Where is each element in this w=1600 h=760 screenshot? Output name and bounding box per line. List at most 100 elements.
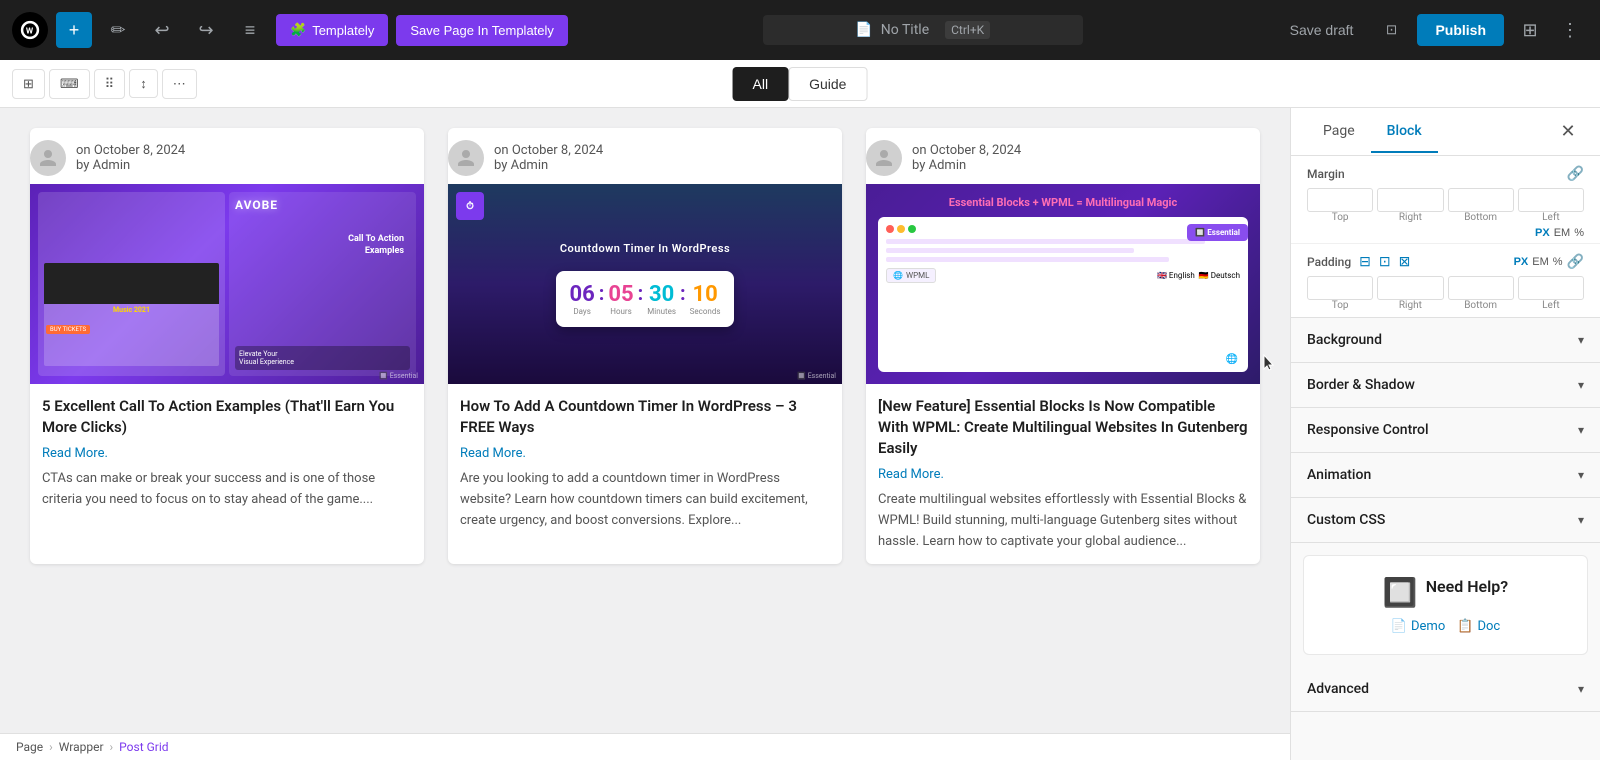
padding-left-input[interactable] <box>1518 276 1584 300</box>
breadcrumb-page[interactable]: Page <box>16 740 43 754</box>
publish-button[interactable]: Publish <box>1417 14 1504 46</box>
padding-section: Padding ⊟ ⊡ ⊠ PX EM % 🔗 Top <box>1291 244 1600 318</box>
toolbar-right-icons: ⊞ ⋮ <box>1512 12 1588 48</box>
keyboard-icon-button[interactable]: ⌨ <box>49 69 90 99</box>
need-help-section: 🔲 Need Help? 📄 Demo 📋 Doc <box>1303 555 1588 655</box>
margin-left-label: Left <box>1542 212 1559 223</box>
padding-icon-2[interactable]: ⊡ <box>1379 254 1391 270</box>
padding-icon-3[interactable]: ⊠ <box>1399 254 1411 270</box>
margin-link-icon[interactable]: 🔗 <box>1567 166 1584 182</box>
background-accordion: Background ▾ <box>1291 318 1600 363</box>
margin-top-input[interactable] <box>1307 188 1373 212</box>
post-date-2: on October 8, 2024 <box>494 143 603 158</box>
custom-css-accordion-header[interactable]: Custom CSS ▾ <box>1291 498 1600 542</box>
keyboard-shortcut: Ctrl+K <box>945 21 990 39</box>
border-shadow-accordion: Border & Shadow ▾ <box>1291 363 1600 408</box>
undo-button[interactable]: ↩ <box>144 12 180 48</box>
secondary-toolbar: ⊞ ⌨ ⠿ ↕ ⋯ All Guide <box>0 60 1600 108</box>
doc-label: Doc <box>1477 619 1500 634</box>
responsive-title: Responsive Control <box>1307 422 1429 438</box>
margin-right-label: Right <box>1399 212 1422 223</box>
animation-title: Animation <box>1307 467 1371 483</box>
doc-link[interactable]: 📋 Doc <box>1457 619 1500 634</box>
advanced-accordion-header[interactable]: Advanced ▾ <box>1291 667 1600 711</box>
post-title-2: How To Add A Countdown Timer In WordPres… <box>460 396 830 438</box>
post-grid: on October 8, 2024 by Admin Music 2021 B… <box>30 128 1260 564</box>
demo-label: Demo <box>1411 619 1445 634</box>
padding-unit-px[interactable]: PX <box>1514 254 1529 270</box>
post-date-3: on October 8, 2024 <box>912 143 1021 158</box>
padding-bottom-label: Bottom <box>1464 300 1497 311</box>
countdown-thumb-title: Countdown Timer In WordPress <box>560 242 730 255</box>
drag-icon-button[interactable]: ⠿ <box>94 69 126 99</box>
page-tab[interactable]: Page <box>1307 111 1371 153</box>
post-content-3: [New Feature] Essential Blocks Is Now Co… <box>866 384 1260 564</box>
wp-logo[interactable]: W <box>12 12 48 48</box>
demo-link[interactable]: 📄 Demo <box>1391 619 1445 634</box>
responsive-accordion: Responsive Control ▾ <box>1291 408 1600 453</box>
responsive-accordion-header[interactable]: Responsive Control ▾ <box>1291 408 1600 452</box>
read-more-1[interactable]: Read More. <box>42 446 412 461</box>
post-title-1: 5 Excellent Call To Action Examples (Tha… <box>42 396 412 438</box>
doc-icon: 📋 <box>1457 619 1473 634</box>
post-excerpt-3: Create multilingual websites effortlessl… <box>878 490 1248 552</box>
margin-left-input[interactable] <box>1518 188 1584 212</box>
post-meta-3: on October 8, 2024 by Admin <box>866 128 1260 184</box>
read-more-3[interactable]: Read More. <box>878 467 1248 482</box>
padding-right-input[interactable] <box>1377 276 1443 300</box>
tools-button[interactable]: ≡ <box>232 12 268 48</box>
custom-css-chevron-icon: ▾ <box>1578 513 1584 527</box>
post-card-1: on October 8, 2024 by Admin Music 2021 B… <box>30 128 424 564</box>
filter-tabs: All Guide <box>733 67 868 101</box>
padding-unit-em[interactable]: EM <box>1532 254 1549 270</box>
padding-link-icon[interactable]: 🔗 <box>1567 254 1584 270</box>
animation-accordion: Animation ▾ <box>1291 453 1600 498</box>
preview-button[interactable]: ⊡ <box>1373 12 1409 48</box>
border-shadow-accordion-header[interactable]: Border & Shadow ▾ <box>1291 363 1600 407</box>
panel-close-button[interactable]: ✕ <box>1552 116 1584 148</box>
padding-unit-pct[interactable]: % <box>1553 254 1563 270</box>
templately-button[interactable]: 🧩 Templately <box>276 14 388 46</box>
unit-em-button[interactable]: EM <box>1554 227 1571 239</box>
right-panel: Page Block ✕ Margin 🔗 Top Right <box>1290 108 1600 760</box>
templately-icon: 🧩 <box>290 22 306 38</box>
unit-px-button[interactable]: PX <box>1535 227 1550 239</box>
save-draft-button[interactable]: Save draft <box>1278 14 1366 46</box>
post-thumbnail-2: Countdown Timer In WordPress 06 Days : 0… <box>448 184 842 384</box>
padding-bottom-input[interactable] <box>1448 276 1514 300</box>
edit-icon-button[interactable]: ✏ <box>100 12 136 48</box>
background-accordion-header[interactable]: Background ▾ <box>1291 318 1600 362</box>
templately-label: Templately <box>312 23 374 38</box>
settings-icon-button[interactable]: ⊞ <box>1512 12 1548 48</box>
move-icon-button[interactable]: ↕ <box>129 69 158 98</box>
border-shadow-chevron-icon: ▾ <box>1578 378 1584 392</box>
animation-accordion-header[interactable]: Animation ▾ <box>1291 453 1600 497</box>
post-thumbnail-3: Essential Blocks + WPML = Multilingual M… <box>866 184 1260 384</box>
breadcrumb: Page › Wrapper › Post Grid <box>0 733 1290 760</box>
padding-icon-1[interactable]: ⊟ <box>1359 254 1371 270</box>
margin-bottom-label: Bottom <box>1464 212 1497 223</box>
margin-section: Margin 🔗 Top Right Bottom Left <box>1291 156 1600 244</box>
post-title-3: [New Feature] Essential Blocks Is Now Co… <box>878 396 1248 459</box>
margin-right-input[interactable] <box>1377 188 1443 212</box>
layout-icon-button[interactable]: ⊞ <box>12 69 45 99</box>
unit-percent-button[interactable]: % <box>1574 227 1584 239</box>
custom-css-title: Custom CSS <box>1307 512 1385 528</box>
padding-right-label: Right <box>1399 300 1422 311</box>
add-block-button[interactable]: + <box>56 12 92 48</box>
svg-text:W: W <box>26 26 34 36</box>
redo-button[interactable]: ↪ <box>188 12 224 48</box>
margin-bottom-input[interactable] <box>1448 188 1514 212</box>
filter-all-tab[interactable]: All <box>733 67 789 101</box>
breadcrumb-wrapper[interactable]: Wrapper <box>59 740 104 754</box>
block-tab[interactable]: Block <box>1371 111 1438 153</box>
read-more-2[interactable]: Read More. <box>460 446 830 461</box>
options-icon-button[interactable]: ⋮ <box>1552 12 1588 48</box>
more-icon-button[interactable]: ⋯ <box>162 69 197 99</box>
padding-top-input[interactable] <box>1307 276 1373 300</box>
save-templately-button[interactable]: Save Page In Templately <box>396 15 568 46</box>
responsive-chevron-icon: ▾ <box>1578 423 1584 437</box>
need-help-icon: 🔲 <box>1383 576 1418 609</box>
advanced-chevron-icon: ▾ <box>1578 682 1584 696</box>
filter-guide-tab[interactable]: Guide <box>788 67 867 101</box>
